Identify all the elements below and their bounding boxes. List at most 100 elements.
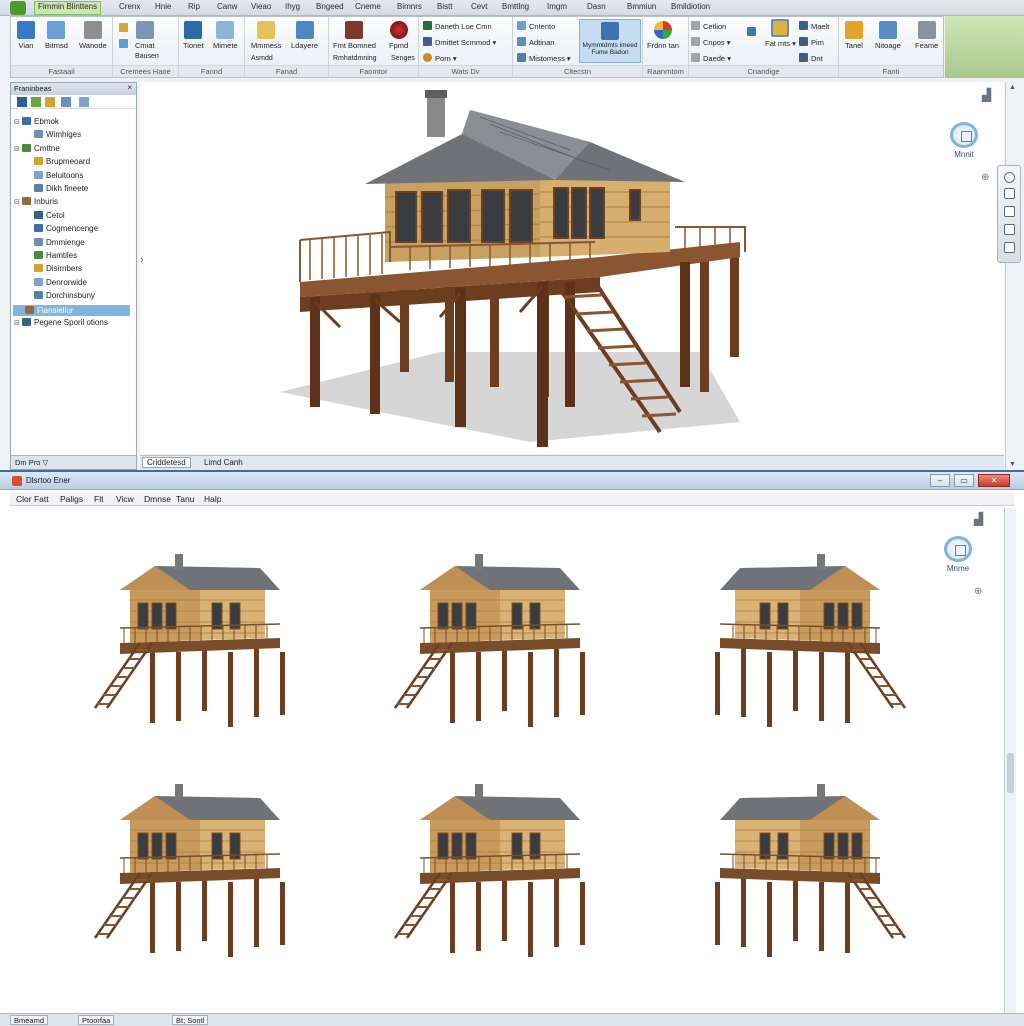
expand-toggle-icon[interactable]: ⊟ (14, 145, 22, 153)
expand-toggle-icon[interactable]: ⊟ (14, 118, 22, 126)
tree-item[interactable]: Hamtiles (26, 251, 77, 260)
orbit-icon[interactable] (1004, 224, 1015, 235)
menu-item[interactable]: Tanu (176, 494, 194, 504)
tree-item[interactable]: Cetol (26, 210, 65, 220)
menu-item[interactable]: Flt (94, 494, 103, 504)
ribbon-small-button[interactable]: Cntento (517, 21, 555, 31)
document-icon[interactable] (79, 97, 89, 107)
ribbon-button[interactable]: Feame (915, 21, 938, 50)
ribbon-button[interactable]: Cmiat (135, 21, 155, 50)
viewport-scrollbar[interactable]: ▲ ▼ (1005, 82, 1019, 470)
tree-item[interactable]: Cogmencenge (26, 224, 98, 233)
house-thumbnail[interactable] (93, 784, 285, 957)
menu-item[interactable]: Vicw (116, 494, 134, 504)
tree-item[interactable]: Dmmienge (26, 237, 85, 247)
home-view-icon[interactable]: ▟ (974, 512, 983, 526)
house-thumbnail[interactable] (93, 554, 285, 727)
ribbon-small-button[interactable]: Pim (799, 37, 824, 47)
ribbon-button[interactable]: Mimete (213, 21, 238, 50)
tree-item[interactable]: ⊟ Pegene Sporil otions (14, 318, 108, 327)
ribbon-button[interactable]: Mmmess (251, 21, 281, 50)
ribbon-small-button[interactable]: Dmittet Scmmod ▾ (423, 37, 496, 47)
ribbon-tab[interactable]: Rip (185, 2, 203, 14)
ribbon-tab[interactable]: Vieao (248, 2, 274, 14)
ribbon-button[interactable]: Bausen (135, 53, 159, 60)
ribbon-button[interactable]: Tionet (183, 21, 204, 50)
ribbon-button[interactable]: Senges (391, 55, 415, 62)
menu-item[interactable]: Clor Fatt (16, 494, 49, 504)
expand-arrow-icon[interactable]: › (140, 254, 144, 266)
application-menu-button[interactable] (10, 1, 26, 15)
tree-item[interactable]: Dikh fineete (26, 184, 88, 193)
house-thumbnail[interactable] (393, 784, 585, 957)
expand-icon[interactable] (61, 97, 71, 107)
main-3d-viewport[interactable]: Mnnit ⊕ ▟ › (140, 82, 1004, 454)
ribbon-tab[interactable]: Cevt (468, 2, 490, 14)
ribbon-button[interactable]: Asmdd (251, 55, 273, 62)
ribbon-tab[interactable]: Dasn (584, 2, 609, 14)
compass-icon[interactable]: ⊕ (981, 172, 989, 183)
house-thumbnail[interactable] (393, 554, 585, 727)
ribbon-button[interactable]: Fat mts ▾ (765, 19, 796, 48)
ribbon-tab[interactable]: Bmttlng (499, 2, 532, 14)
tree-item[interactable]: ⊟ Inburis (14, 197, 58, 206)
ribbon-small-button[interactable]: Cetlion (691, 21, 726, 31)
steering-wheel-icon[interactable] (1004, 172, 1015, 183)
house-thumbnail[interactable] (715, 554, 907, 727)
ribbon-tab[interactable]: Bmmiun (624, 2, 659, 14)
ribbon-button[interactable]: Wanode (79, 21, 107, 50)
ribbon-small-button[interactable] (119, 39, 131, 49)
look-icon[interactable] (1004, 242, 1015, 253)
ribbon-small-button[interactable]: Porn ▾ (423, 53, 457, 63)
scroll-up-icon[interactable]: ▲ (1009, 84, 1016, 91)
pan-icon[interactable] (1004, 188, 1015, 199)
ribbon-button[interactable]: Rmhatdmning (333, 55, 377, 62)
expand-toggle-icon[interactable]: ⊟ (14, 319, 22, 327)
home-icon[interactable] (17, 97, 27, 107)
ribbon-small-button[interactable] (747, 27, 759, 37)
expand-toggle-icon[interactable]: ⊟ (14, 198, 22, 206)
tree-item[interactable]: Fiansieliur (13, 304, 130, 316)
home-view-icon[interactable]: ▟ (982, 88, 991, 102)
scroll-down-icon[interactable]: ▼ (1009, 461, 1016, 468)
zoom-icon[interactable] (1004, 206, 1015, 217)
minimize-button[interactable]: – (930, 474, 950, 487)
close-icon[interactable]: × (127, 83, 132, 92)
close-button[interactable]: ✕ (978, 474, 1010, 487)
tree-item[interactable]: ⊟ Cmttne (14, 143, 60, 153)
viewport-tab[interactable]: Criddetesd (142, 457, 191, 468)
scroll-thumb[interactable] (1007, 753, 1014, 793)
ribbon-tab[interactable]: Bimnrs (394, 2, 425, 14)
ribbon-tab[interactable]: Bngeed (313, 2, 347, 14)
canvas-scrollbar[interactable] (1004, 508, 1016, 1013)
viewcube[interactable]: Mnme (944, 536, 972, 573)
ribbon-tab[interactable]: Fimmin Blinttens (34, 1, 102, 15)
ribbon-small-button[interactable]: Mistomess ▾ (517, 53, 571, 63)
ribbon-tab[interactable]: Imgm (544, 2, 570, 14)
ribbon-small-button[interactable]: Adtinan (517, 37, 554, 47)
tree-item[interactable]: Disirnbers (26, 264, 82, 273)
ribbon-tab[interactable]: Ihyg (282, 2, 303, 14)
ribbon-button[interactable]: Nitoage (875, 21, 901, 50)
ribbon-tab[interactable]: Hnie (152, 2, 174, 14)
ribbon-tab[interactable]: Cneme (352, 2, 384, 14)
ribbon-small-button[interactable]: Daede ▾ (691, 53, 731, 63)
ribbon-small-button[interactable]: Maelt (799, 21, 829, 31)
ribbon-small-button[interactable]: Daneth Loe Cmn (423, 21, 492, 31)
tree-item[interactable]: Beluitoons (26, 170, 83, 180)
ribbon-small-button[interactable]: Dnt (799, 53, 823, 63)
ribbon-small-button[interactable] (119, 23, 131, 33)
menu-item[interactable]: Paligs (60, 494, 83, 504)
ribbon-button[interactable]: Fpmd (389, 21, 408, 50)
tree-item[interactable]: Wimhiges (26, 130, 81, 139)
ribbon-small-button[interactable]: Cnpos ▾ (691, 37, 731, 47)
ribbon-button-highlighted[interactable]: Mymmtdmts imeed Fume Badon (579, 19, 641, 63)
ribbon-button[interactable]: Frdnn tan (647, 21, 679, 50)
ribbon-button[interactable]: Fmt Bomned (333, 21, 376, 50)
ribbon-button[interactable]: Vian (17, 21, 35, 50)
ribbon-tab[interactable]: Canw (214, 2, 240, 14)
ribbon-tab[interactable]: Bistt (434, 2, 456, 14)
menu-item[interactable]: Dmnse (144, 494, 171, 504)
filter-icon[interactable] (31, 97, 41, 107)
ribbon-tab[interactable]: Crenx (116, 2, 143, 14)
